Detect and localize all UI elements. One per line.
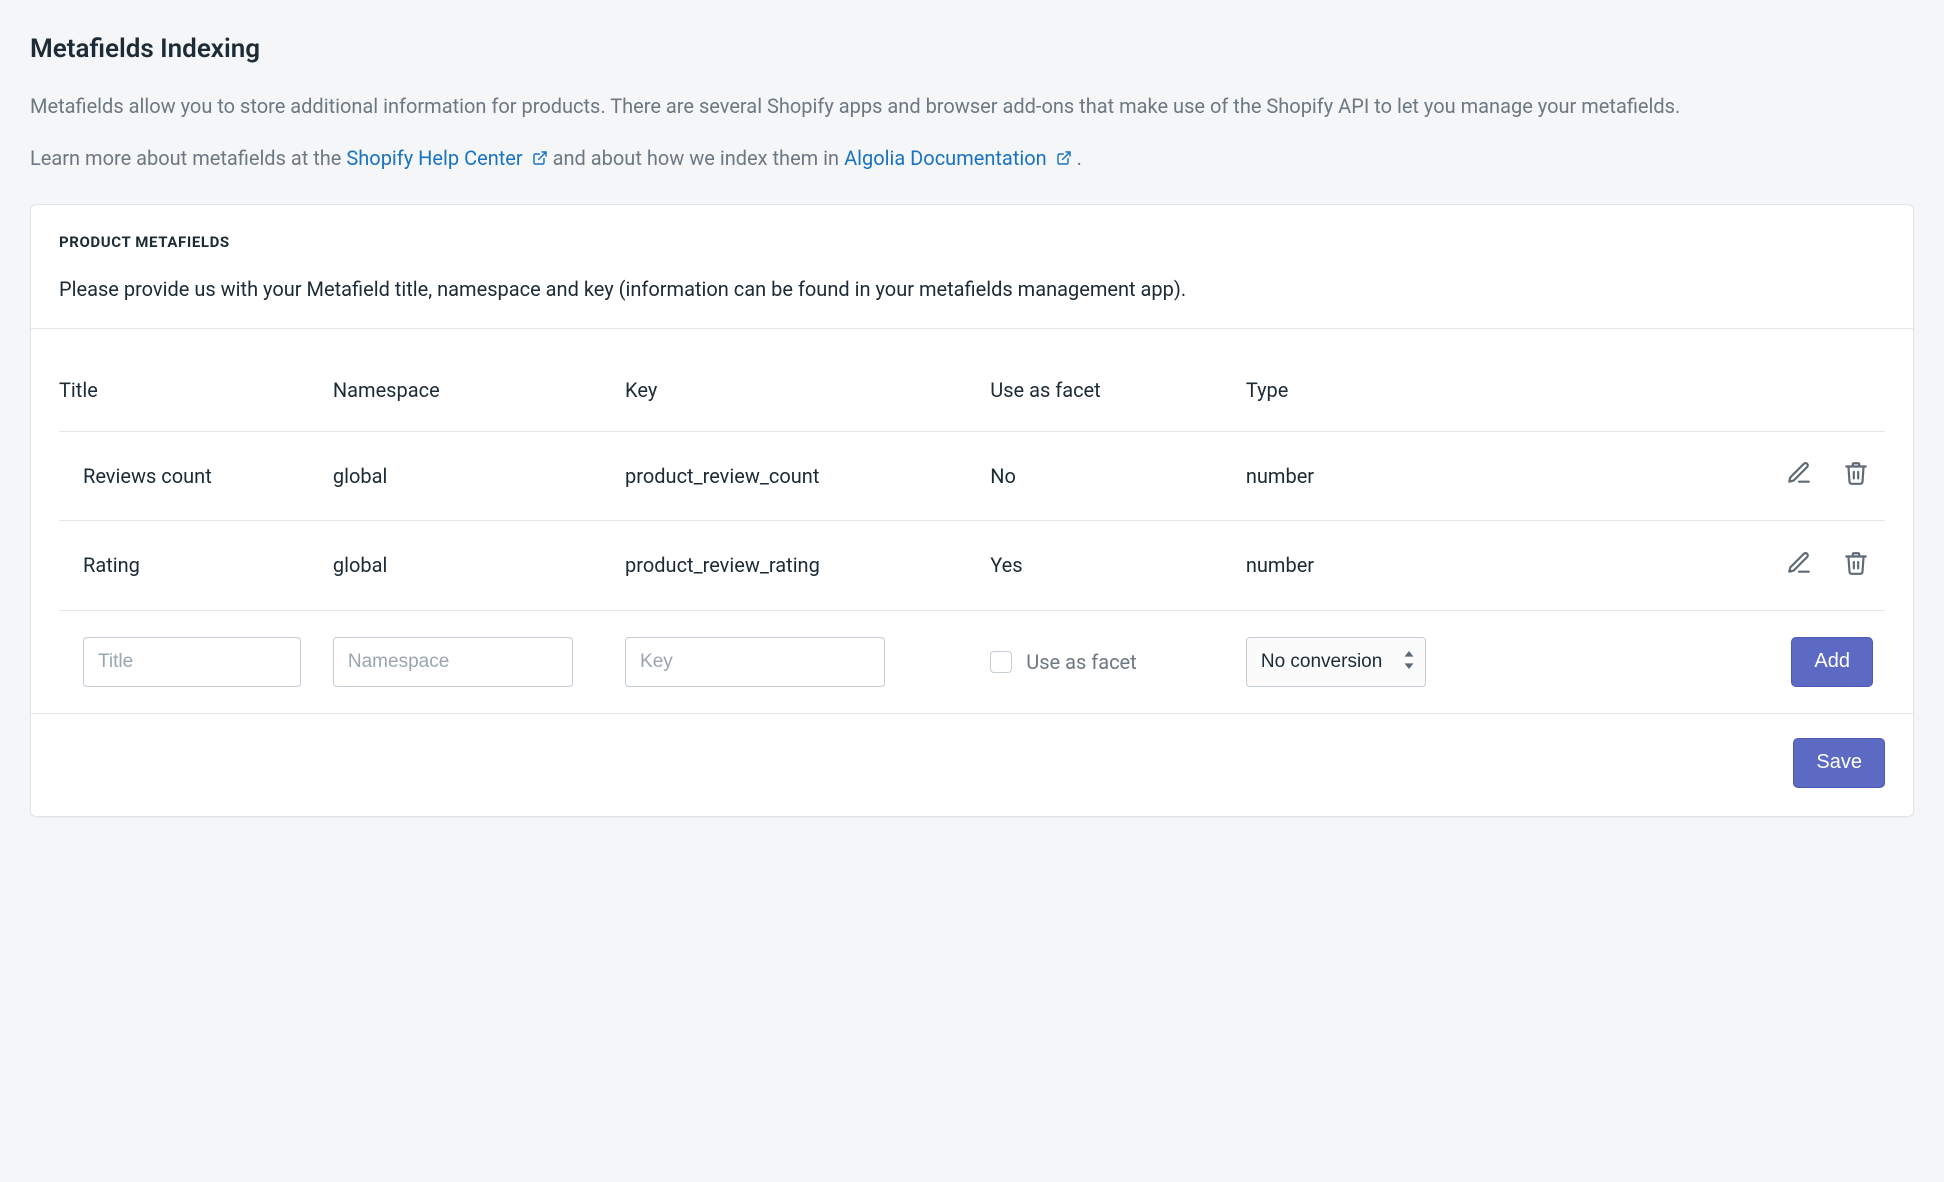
col-header-facet: Use as facet — [990, 349, 1246, 432]
col-header-key: Key — [625, 349, 990, 432]
add-button[interactable]: Add — [1791, 637, 1873, 687]
cell-namespace-input — [333, 610, 625, 713]
learn-more-paragraph: Learn more about metafields at the Shopi… — [30, 143, 1914, 174]
algolia-docs-link-text: Algolia Documentation — [844, 146, 1047, 170]
metafields-table-wrap: Title Namespace Key Use as facet Type Re… — [31, 329, 1913, 713]
namespace-input[interactable] — [333, 637, 573, 687]
cell-add-button: Add — [1556, 610, 1885, 713]
type-select[interactable]: No conversion — [1246, 637, 1426, 687]
algolia-docs-link[interactable]: Algolia Documentation — [844, 146, 1077, 170]
pencil-icon — [1786, 460, 1812, 489]
cell-key: product_review_rating — [625, 521, 990, 611]
save-button[interactable]: Save — [1793, 738, 1885, 788]
cell-title: Reviews count — [59, 431, 333, 521]
table-header-row: Title Namespace Key Use as facet Type — [59, 349, 1885, 432]
edit-button[interactable] — [1782, 547, 1816, 581]
cell-namespace: global — [333, 521, 625, 611]
cell-actions — [1556, 521, 1885, 611]
cell-namespace: global — [333, 431, 625, 521]
use-as-facet-label[interactable]: Use as facet — [1026, 647, 1136, 677]
key-input[interactable] — [625, 637, 885, 687]
learn-suffix: . — [1077, 146, 1082, 170]
col-header-namespace: Namespace — [333, 349, 625, 432]
cell-key: product_review_count — [625, 431, 990, 521]
cell-facet-checkbox: Use as facet — [990, 610, 1246, 713]
card-footer: Save — [31, 714, 1913, 816]
cell-facet: Yes — [990, 521, 1246, 611]
page-title: Metafields Indexing — [30, 30, 1914, 69]
edit-button[interactable] — [1782, 458, 1816, 492]
shopify-help-link[interactable]: Shopify Help Center — [346, 146, 552, 170]
table-row: Reviews count global product_review_coun… — [59, 431, 1885, 521]
cell-actions — [1556, 431, 1885, 521]
cell-title-input — [59, 610, 333, 713]
card-eyebrow: PRODUCT METAFIELDS — [59, 231, 1885, 254]
external-link-icon — [532, 144, 548, 174]
shopify-help-link-text: Shopify Help Center — [346, 146, 522, 170]
col-header-actions — [1556, 349, 1885, 432]
metafields-indexing-page: Metafields Indexing Metafields allow you… — [0, 0, 1944, 857]
trash-icon — [1843, 460, 1869, 489]
delete-button[interactable] — [1839, 547, 1873, 581]
learn-prefix: Learn more about metafields at the — [30, 146, 346, 170]
product-metafields-card: PRODUCT METAFIELDS Please provide us wit… — [30, 204, 1914, 817]
table-row: Rating global product_review_rating Yes … — [59, 521, 1885, 611]
card-description: Please provide us with your Metafield ti… — [59, 274, 1885, 304]
use-as-facet-checkbox[interactable] — [990, 651, 1012, 673]
learn-mid: and about how we index them in — [553, 146, 844, 170]
new-metafield-row: Use as facet No conversion — [59, 610, 1885, 713]
trash-icon — [1843, 550, 1869, 579]
cell-facet: No — [990, 431, 1246, 521]
intro-paragraph: Metafields allow you to store additional… — [30, 91, 1870, 121]
card-header: PRODUCT METAFIELDS Please provide us wit… — [31, 205, 1913, 328]
cell-type-select: No conversion — [1246, 610, 1556, 713]
cell-type: number — [1246, 431, 1556, 521]
cell-type: number — [1246, 521, 1556, 611]
cell-title: Rating — [59, 521, 333, 611]
col-header-type: Type — [1246, 349, 1556, 432]
cell-key-input — [625, 610, 990, 713]
title-input[interactable] — [83, 637, 301, 687]
col-header-title: Title — [59, 349, 333, 432]
metafields-table: Title Namespace Key Use as facet Type Re… — [59, 349, 1885, 713]
external-link-icon — [1056, 144, 1072, 174]
pencil-icon — [1786, 550, 1812, 579]
delete-button[interactable] — [1839, 458, 1873, 492]
